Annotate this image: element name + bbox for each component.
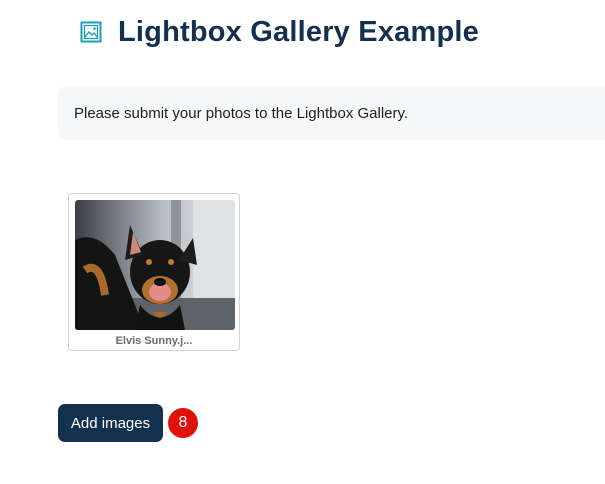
image-icon [80, 21, 102, 43]
gallery-item-caption: Elvis Sunny.j... [115, 335, 193, 347]
page-header: Lightbox Gallery Example [80, 14, 479, 50]
page-frame: Lightbox Gallery Example Please submit y… [0, 0, 605, 484]
image-count-badge: 8 [168, 408, 198, 438]
notice-text: Please submit your photos to the Lightbo… [74, 105, 409, 122]
gallery-item[interactable]: Elvis Sunny.j... [68, 193, 240, 351]
info-notice: Please submit your photos to the Lightbo… [58, 86, 605, 140]
gallery-thumbnail[interactable] [75, 200, 235, 330]
add-images-button[interactable]: Add images [58, 404, 163, 442]
page-title: Lightbox Gallery Example [118, 15, 479, 48]
